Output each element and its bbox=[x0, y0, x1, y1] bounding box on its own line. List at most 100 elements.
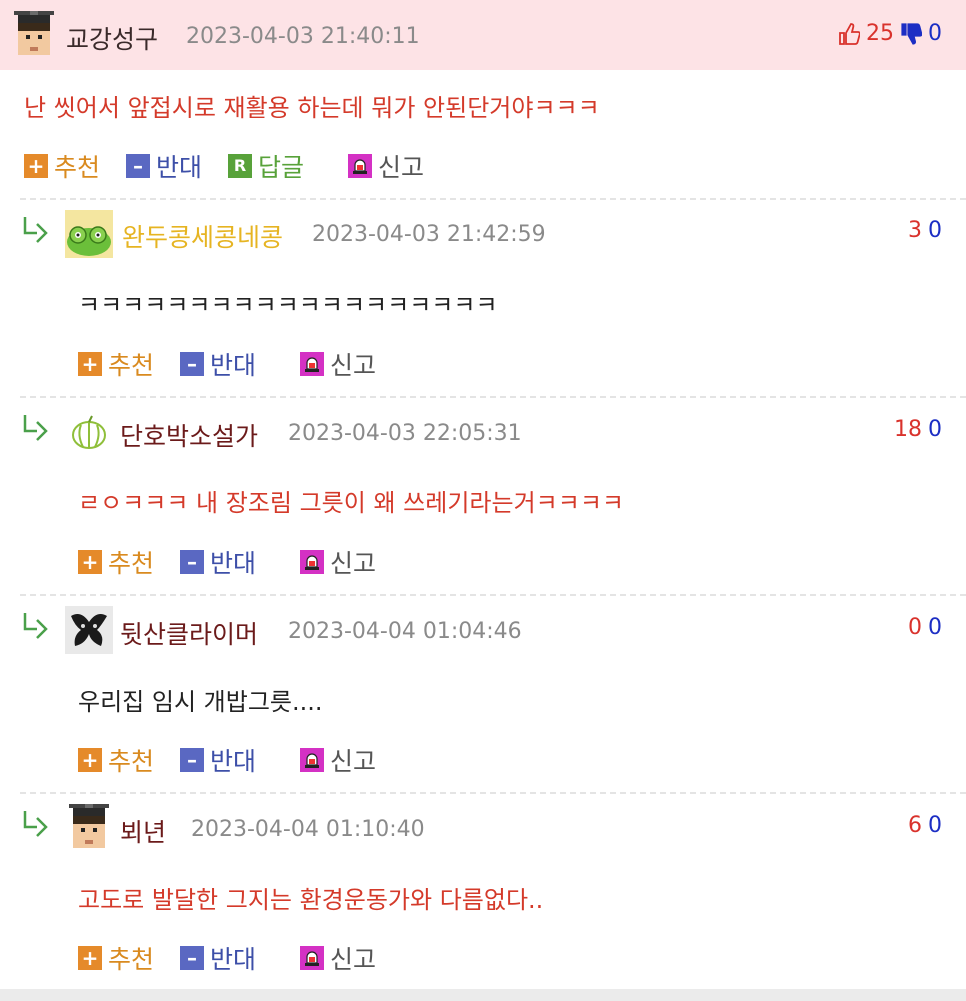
upvote-count: 0 bbox=[908, 615, 922, 640]
comment-text: 난 씻어서 앞접시로 재활용 하는데 뭐가 안된단거야ㅋㅋㅋ bbox=[24, 94, 600, 122]
plus-icon: + bbox=[78, 946, 102, 970]
reply-button[interactable]: R 답글 bbox=[228, 148, 304, 184]
comment-header: 교강성구 2023-04-03 21:40:11 25 0 bbox=[0, 5, 966, 65]
oppose-label: 반대 bbox=[156, 153, 203, 182]
recommend-label: 추천 bbox=[108, 549, 155, 578]
avatar[interactable] bbox=[65, 606, 113, 654]
downvote-count: 0 bbox=[928, 813, 942, 838]
plus-icon: + bbox=[78, 550, 102, 574]
report-label: 신고 bbox=[330, 351, 377, 380]
timestamp: 2023-04-03 21:40:11 bbox=[186, 24, 420, 49]
upvote-count: 6 bbox=[908, 813, 922, 838]
report-label: 신고 bbox=[330, 549, 377, 578]
nickname[interactable]: 완두콩세콩네콩 bbox=[122, 218, 283, 254]
minus-icon: – bbox=[180, 748, 205, 772]
oppose-label: 반대 bbox=[210, 945, 257, 974]
comment-actions: + 추천 – 반대 R 답글 신고 bbox=[24, 148, 450, 184]
plus-icon: + bbox=[78, 748, 102, 772]
nickname[interactable]: 단호박소설가 bbox=[120, 417, 258, 453]
minus-icon: – bbox=[180, 946, 205, 970]
reply-arrow-icon bbox=[23, 811, 48, 837]
report-button[interactable]: 신고 bbox=[300, 940, 376, 976]
oppose-button[interactable]: – 반대 bbox=[180, 742, 256, 778]
vote-counts: 25 0 bbox=[838, 21, 942, 46]
vote-counts: 3 0 bbox=[908, 218, 942, 243]
avatar[interactable] bbox=[10, 11, 58, 59]
comment-actions: + 추천 – 반대 신고 bbox=[78, 940, 402, 976]
reply-arrow-icon bbox=[23, 217, 48, 243]
reply-arrow-icon bbox=[23, 613, 48, 639]
divider bbox=[20, 594, 966, 596]
recommend-label: 추천 bbox=[108, 747, 155, 776]
minus-icon: – bbox=[126, 154, 151, 178]
timestamp: 2023-04-03 21:42:59 bbox=[312, 222, 546, 247]
avatar[interactable] bbox=[65, 210, 113, 258]
report-button[interactable]: 신고 bbox=[300, 742, 376, 778]
oppose-label: 반대 bbox=[210, 747, 257, 776]
oppose-label: 반대 bbox=[210, 549, 257, 578]
divider bbox=[20, 396, 966, 398]
recommend-button[interactable]: + 추천 bbox=[24, 148, 100, 184]
oppose-button[interactable]: – 반대 bbox=[180, 940, 256, 976]
recommend-button[interactable]: + 추천 bbox=[78, 940, 154, 976]
siren-icon bbox=[300, 946, 325, 970]
minus-icon: – bbox=[180, 352, 205, 376]
oppose-button[interactable]: – 반대 bbox=[180, 346, 256, 382]
recommend-button[interactable]: + 추천 bbox=[78, 346, 154, 382]
recommend-label: 추천 bbox=[54, 153, 101, 182]
downvote-count: 0 bbox=[928, 615, 942, 640]
downvote-count: 0 bbox=[928, 218, 942, 243]
plus-icon: + bbox=[24, 154, 48, 178]
nickname[interactable]: 뒷산클라이머 bbox=[120, 615, 258, 651]
siren-icon bbox=[300, 748, 325, 772]
comment-text: ㅋㅋㅋㅋㅋㅋㅋㅋㅋㅋㅋㅋㅋㅋㅋㅋㅋㅋㅋ bbox=[78, 291, 498, 319]
oppose-label: 반대 bbox=[210, 351, 257, 380]
comment-text: 고도로 발달한 그지는 환경운동가와 다름없다.. bbox=[78, 886, 544, 914]
downvote-count: 0 bbox=[928, 21, 942, 46]
nickname[interactable]: 교강성구 bbox=[66, 20, 158, 56]
plus-icon: + bbox=[78, 352, 102, 376]
comment-text: ㄹㅇㅋㅋㅋ 내 장조림 그릇이 왜 쓰레기라는거ㅋㅋㅋㅋ bbox=[78, 489, 624, 517]
reply-arrow-icon bbox=[23, 415, 48, 441]
siren-icon bbox=[348, 154, 373, 178]
vote-counts: 0 0 bbox=[908, 615, 942, 640]
divider bbox=[20, 198, 966, 200]
timestamp: 2023-04-04 01:04:46 bbox=[288, 619, 522, 644]
timestamp: 2023-04-03 22:05:31 bbox=[288, 421, 522, 446]
report-label: 신고 bbox=[330, 747, 377, 776]
siren-icon bbox=[300, 352, 325, 376]
thumbs-down-icon bbox=[901, 22, 922, 45]
minus-icon: – bbox=[180, 550, 205, 574]
divider bbox=[20, 792, 966, 794]
upvote-count: 25 bbox=[866, 21, 894, 46]
siren-icon bbox=[300, 550, 325, 574]
comment-text: 우리집 임시 개밥그릇.... bbox=[78, 688, 323, 716]
comment-actions: + 추천 – 반대 신고 bbox=[78, 544, 402, 580]
bottom-bar bbox=[0, 989, 966, 1001]
nickname[interactable]: 뵈년 bbox=[120, 813, 166, 849]
recommend-button[interactable]: + 추천 bbox=[78, 544, 154, 580]
comment-actions: + 추천 – 반대 신고 bbox=[78, 742, 402, 778]
upvote-count: 3 bbox=[908, 218, 922, 243]
avatar[interactable] bbox=[68, 410, 116, 458]
comment-actions: + 추천 – 반대 신고 bbox=[78, 346, 402, 382]
vote-counts: 18 0 bbox=[894, 417, 942, 442]
upvote-count: 18 bbox=[894, 417, 922, 442]
downvote-count: 0 bbox=[928, 417, 942, 442]
recommend-label: 추천 bbox=[108, 351, 155, 380]
report-button[interactable]: 신고 bbox=[348, 148, 424, 184]
vote-counts: 6 0 bbox=[908, 813, 942, 838]
avatar[interactable] bbox=[65, 804, 113, 852]
recommend-button[interactable]: + 추천 bbox=[78, 742, 154, 778]
thumbs-up-icon bbox=[839, 22, 860, 45]
recommend-label: 추천 bbox=[108, 945, 155, 974]
timestamp: 2023-04-04 01:10:40 bbox=[191, 817, 425, 842]
reply-label: 답글 bbox=[258, 153, 305, 182]
report-label: 신고 bbox=[378, 153, 425, 182]
oppose-button[interactable]: – 반대 bbox=[180, 544, 256, 580]
report-label: 신고 bbox=[330, 945, 377, 974]
report-button[interactable]: 신고 bbox=[300, 346, 376, 382]
reply-r-icon: R bbox=[228, 154, 253, 178]
report-button[interactable]: 신고 bbox=[300, 544, 376, 580]
oppose-button[interactable]: – 반대 bbox=[126, 148, 202, 184]
